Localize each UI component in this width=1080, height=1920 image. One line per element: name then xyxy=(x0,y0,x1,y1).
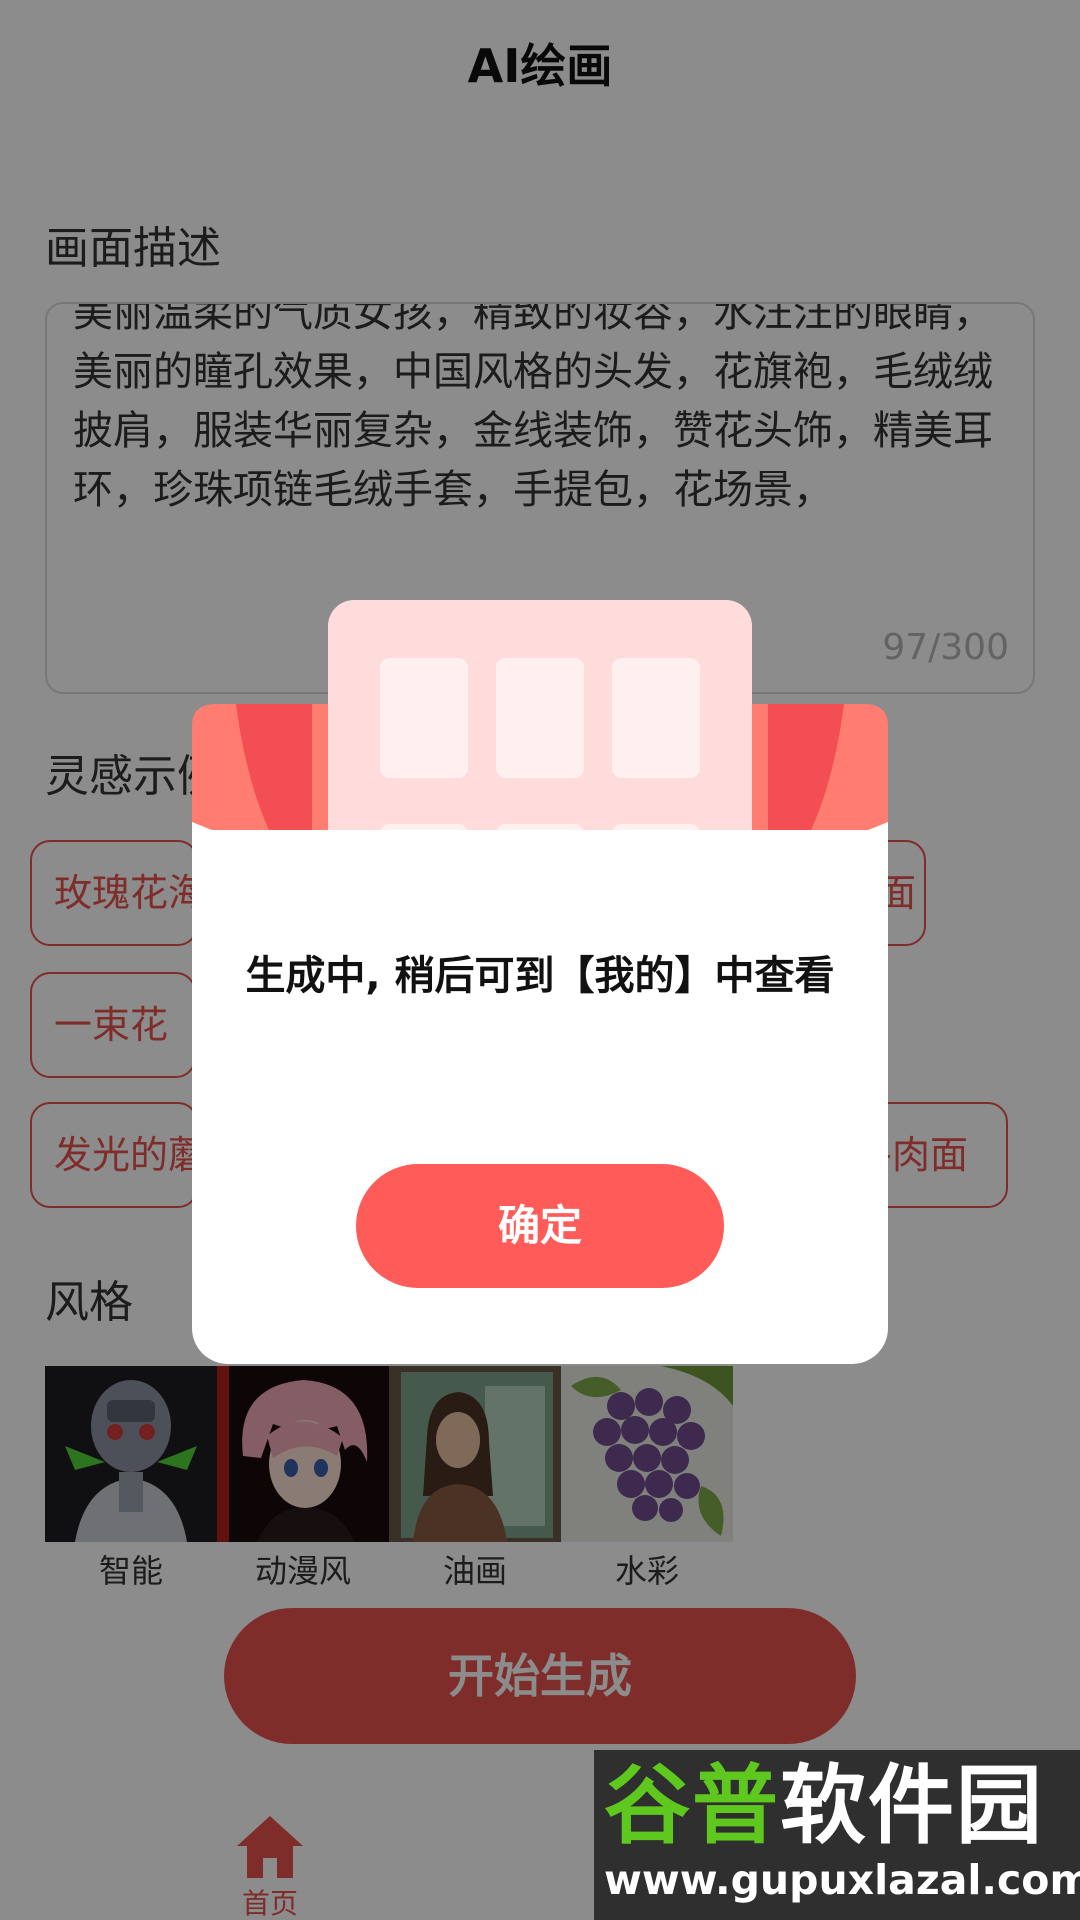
watermark-url: www.gupuxlazal.com xyxy=(604,1856,1080,1904)
watermark-brand: 谷普软件园 xyxy=(604,1756,1044,1856)
dialog-message: 生成中, 稍后可到【我的】中查看 xyxy=(245,953,835,999)
dialog-curve xyxy=(192,822,888,886)
dialog-body: 生成中, 稍后可到【我的】中查看 确定 xyxy=(192,822,888,1364)
confirm-button[interactable]: 确定 xyxy=(356,1164,724,1288)
generating-dialog: 生成中, 稍后可到【我的】中查看 确定 xyxy=(192,600,888,1364)
watermark-logo: 谷普软件园 www.gupuxlazal.com xyxy=(594,1750,1080,1920)
